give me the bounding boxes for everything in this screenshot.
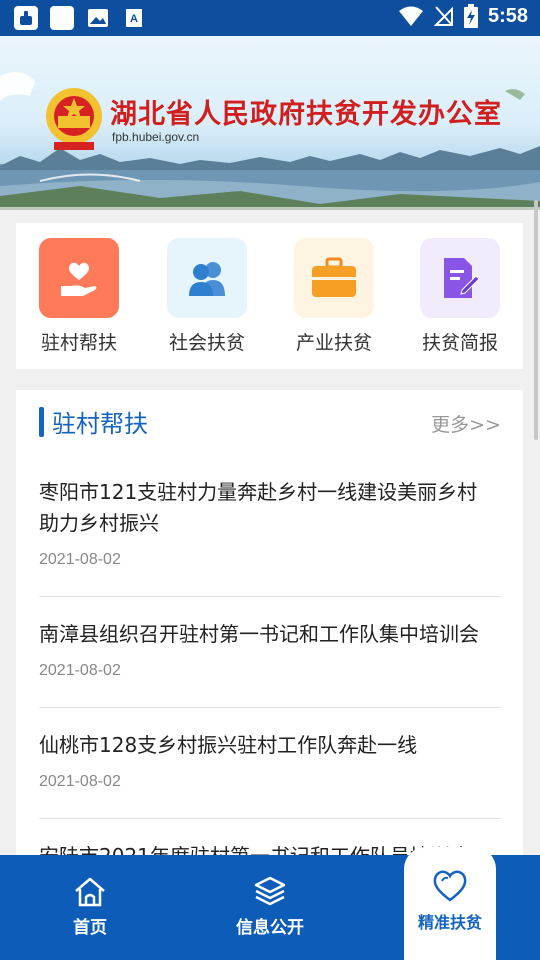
national-emblem-icon <box>46 88 102 150</box>
news-item-title: 南漳县组织召开驻村第一书记和工作队集中培训会 <box>39 622 479 646</box>
battery-charging-icon <box>463 4 478 28</box>
heart-in-hand-icon <box>39 238 119 318</box>
news-item-date: 2021-08-02 <box>39 551 121 568</box>
news-item-title: 仙桃市128支乡村振兴驻村工作队奔赴一线 <box>39 733 418 757</box>
grid-label: 扶贫简报 <box>421 332 498 354</box>
category-grid: 驻村帮扶 社会扶贫 产业扶贫 扶贫简报 <box>16 223 523 369</box>
status-bar: A 5:58 <box>0 0 540 36</box>
grid-item-social-poverty[interactable]: 社会扶贫 <box>157 238 257 355</box>
nav-label: 精准扶贫 <box>417 913 482 932</box>
layers-icon <box>254 876 286 906</box>
nav-label: 信息公开 <box>236 918 304 938</box>
blank-square-icon <box>50 6 74 30</box>
grid-label: 社会扶贫 <box>168 332 245 354</box>
home-icon <box>75 877 105 907</box>
heart-icon <box>433 870 467 902</box>
nav-home[interactable]: 首页 <box>0 855 180 960</box>
news-item-date: 2021-08-02 <box>39 773 121 790</box>
no-signal-icon <box>433 6 453 26</box>
news-section-title: 驻村帮扶 <box>52 410 148 438</box>
divider <box>39 818 501 819</box>
news-item[interactable]: 南漳县组织召开驻村第一书记和工作队集中培训会 2021-08-02 <box>39 619 501 680</box>
news-header: 驻村帮扶 更多>> <box>16 390 523 452</box>
people-icon <box>167 238 247 318</box>
section-accent-bar <box>39 407 44 437</box>
grid-label: 产业扶贫 <box>295 332 372 354</box>
image-icon <box>86 6 110 30</box>
scrollbar[interactable] <box>534 200 538 440</box>
more-link[interactable]: 更多>> <box>431 410 501 437</box>
banner-url: fpb.hubei.gov.cn <box>112 130 200 144</box>
wifi-icon <box>398 6 423 26</box>
status-bar-right: 5:58 <box>398 4 528 28</box>
banner-title: 湖北省人民政府扶贫开发办公室 <box>110 99 502 130</box>
news-item-date: 2021-08-02 <box>39 662 121 679</box>
app-notification-icon <box>14 6 38 30</box>
divider <box>39 707 501 708</box>
svg-text:A: A <box>130 13 138 25</box>
header-banner: 湖北省人民政府扶贫开发办公室 fpb.hubei.gov.cn <box>0 36 540 210</box>
nav-info-public[interactable]: 信息公开 <box>180 855 360 960</box>
grid-item-poverty-briefing[interactable]: 扶贫简报 <box>410 238 510 355</box>
news-item[interactable]: 仙桃市128支乡村振兴驻村工作队奔赴一线 2021-08-02 <box>39 730 501 791</box>
text-a-icon: A <box>122 6 146 30</box>
news-item[interactable]: 枣阳市121支驻村力量奔赴乡村一线建设美丽乡村 助力乡村振兴 2021-08-0… <box>39 477 501 569</box>
briefcase-icon <box>294 238 374 318</box>
grid-item-industry-poverty[interactable]: 产业扶贫 <box>284 238 384 355</box>
document-edit-icon <box>420 238 500 318</box>
status-time: 5:58 <box>487 4 528 27</box>
nav-label: 首页 <box>73 918 107 938</box>
nav-targeted-poverty[interactable]: 精准扶贫 <box>404 847 496 960</box>
grid-label: 驻村帮扶 <box>40 332 117 354</box>
divider <box>39 596 501 597</box>
status-bar-left: A <box>14 6 146 30</box>
news-section: 驻村帮扶 更多>> 枣阳市121支驻村力量奔赴乡村一线建设美丽乡村 助力乡村振兴… <box>16 390 523 870</box>
news-item-title: 枣阳市121支驻村力量奔赴乡村一线建设美丽乡村 助力乡村振兴 <box>39 480 478 535</box>
grid-item-village-support[interactable]: 驻村帮扶 <box>29 238 129 355</box>
